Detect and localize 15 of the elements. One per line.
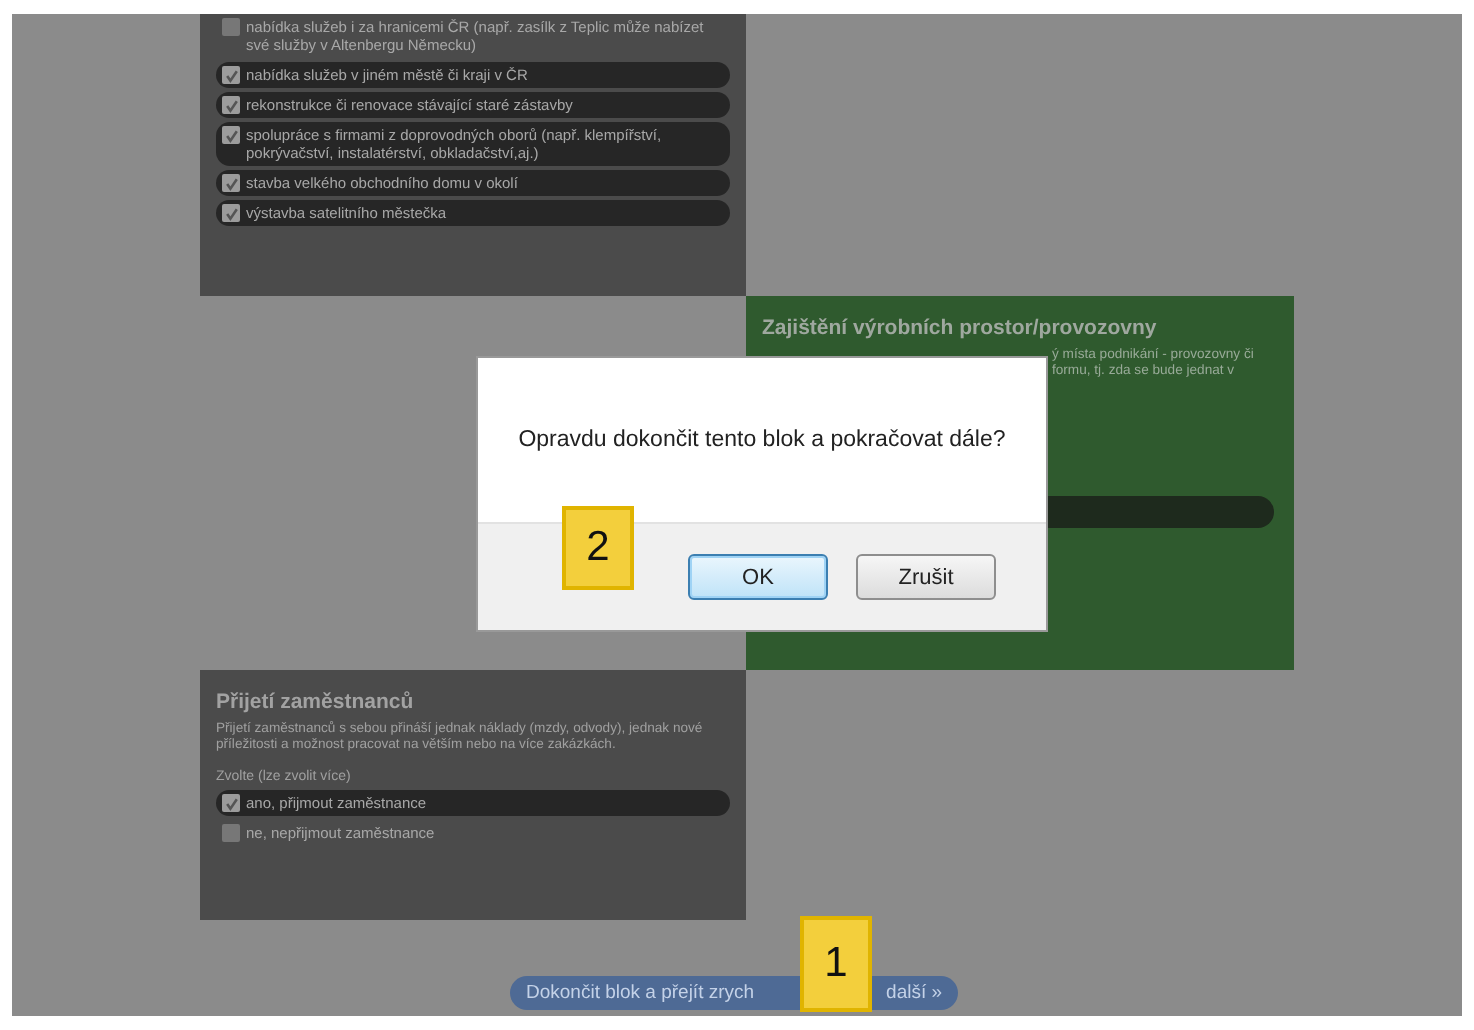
panel-title: Přijetí zaměstnanců bbox=[216, 690, 416, 714]
checkbox[interactable] bbox=[222, 204, 240, 222]
callout-badge: 1 bbox=[800, 916, 872, 1012]
checkbox[interactable] bbox=[222, 794, 240, 812]
checkbox[interactable] bbox=[222, 66, 240, 84]
checkbox[interactable] bbox=[222, 824, 240, 842]
dialog-button[interactable]: Zrušit bbox=[856, 554, 996, 600]
dialog-button[interactable]: OK bbox=[688, 554, 828, 600]
checkbox[interactable] bbox=[222, 174, 240, 192]
checkbox[interactable] bbox=[222, 126, 240, 144]
checkbox[interactable] bbox=[222, 18, 240, 36]
checkbox[interactable] bbox=[222, 96, 240, 114]
callout-badge: 2 bbox=[562, 506, 634, 590]
panel-title: Zajištění výrobních prostor/provozovny bbox=[762, 316, 1159, 340]
dialog-message: Opravdu dokončit tento blok a pokračovat dále? bbox=[518, 428, 1006, 452]
